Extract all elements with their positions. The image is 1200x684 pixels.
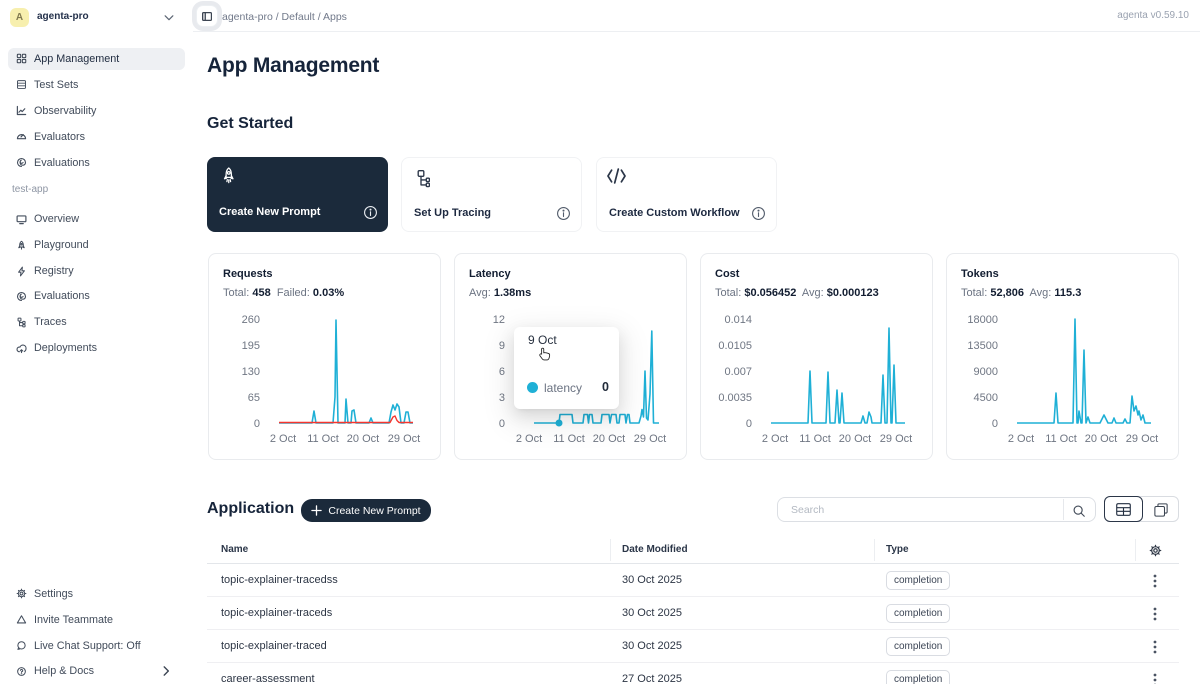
svg-text:29 Oct: 29 Oct [634, 433, 666, 445]
svg-text:9: 9 [499, 340, 505, 352]
svg-text:0.0035: 0.0035 [718, 392, 752, 404]
svg-text:13500: 13500 [967, 340, 998, 352]
svg-text:12: 12 [493, 314, 505, 326]
svg-text:260: 260 [242, 314, 260, 326]
svg-text:0: 0 [992, 418, 998, 430]
svg-text:11 Oct: 11 Oct [553, 433, 585, 445]
svg-text:11 Oct: 11 Oct [1045, 433, 1077, 445]
svg-text:2 Oct: 2 Oct [1008, 433, 1034, 445]
svg-text:2 Oct: 2 Oct [762, 433, 788, 445]
svg-text:20 Oct: 20 Oct [347, 433, 379, 445]
svg-text:29 Oct: 29 Oct [388, 433, 420, 445]
svg-text:130: 130 [242, 366, 260, 378]
svg-text:20 Oct: 20 Oct [593, 433, 625, 445]
svg-text:0.0105: 0.0105 [718, 340, 752, 352]
svg-text:0: 0 [746, 418, 752, 430]
svg-text:0.007: 0.007 [724, 366, 752, 378]
svg-text:2 Oct: 2 Oct [270, 433, 296, 445]
svg-text:6: 6 [499, 366, 505, 378]
svg-text:18000: 18000 [967, 314, 998, 326]
svg-text:65: 65 [248, 392, 260, 404]
svg-text:29 Oct: 29 Oct [1126, 433, 1158, 445]
svg-text:20 Oct: 20 Oct [1085, 433, 1117, 445]
svg-text:29 Oct: 29 Oct [880, 433, 912, 445]
svg-text:9000: 9000 [974, 366, 998, 378]
svg-text:195: 195 [242, 340, 260, 352]
svg-text:20 Oct: 20 Oct [839, 433, 871, 445]
svg-text:0: 0 [254, 418, 260, 430]
svg-text:11 Oct: 11 Oct [307, 433, 339, 445]
svg-text:3: 3 [499, 392, 505, 404]
svg-text:2 Oct: 2 Oct [516, 433, 542, 445]
svg-text:0: 0 [499, 418, 505, 430]
svg-text:0.014: 0.014 [724, 314, 752, 326]
svg-text:4500: 4500 [974, 392, 998, 404]
svg-text:11 Oct: 11 Oct [799, 433, 831, 445]
